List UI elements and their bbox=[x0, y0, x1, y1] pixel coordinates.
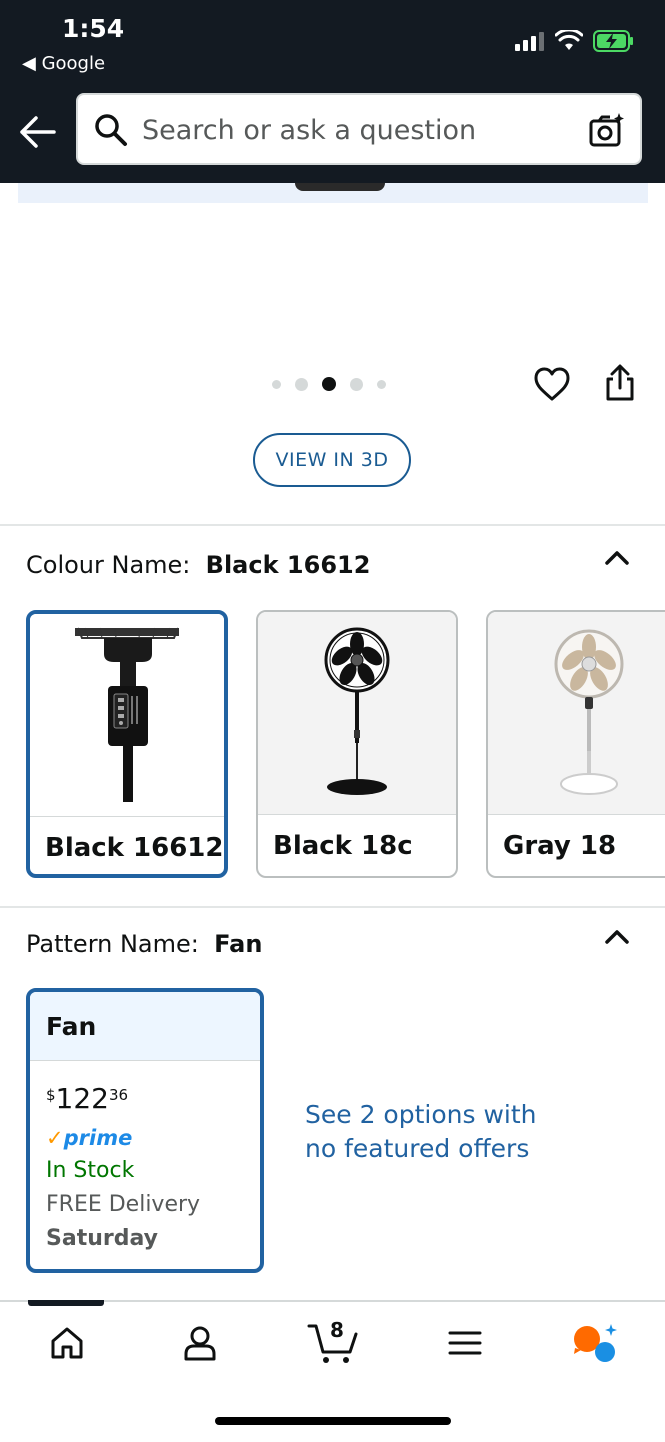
top-header: 1:54 ◀ Google Search or ask a question bbox=[0, 0, 665, 183]
gray-fan-image bbox=[554, 629, 624, 795]
gallery-dot-active[interactable] bbox=[322, 377, 336, 391]
product-image-partial[interactable] bbox=[295, 183, 385, 191]
pattern-selected-value: Fan bbox=[214, 930, 263, 958]
nav-menu[interactable] bbox=[440, 1318, 490, 1368]
wifi-icon bbox=[555, 30, 583, 50]
view-in-3d-button[interactable]: VIEW IN 3D bbox=[253, 433, 411, 487]
gallery-dot[interactable] bbox=[295, 377, 308, 391]
see-options-link[interactable]: See 2 options with no featured offers bbox=[305, 1098, 555, 1166]
pattern-card-header: Fan bbox=[30, 992, 260, 1061]
search-input[interactable]: Search or ask a question bbox=[142, 115, 476, 146]
price-whole: 122 bbox=[55, 1082, 109, 1115]
gallery-dots[interactable] bbox=[272, 377, 386, 391]
price: $12236 bbox=[46, 1082, 128, 1115]
collapse-chevron-up-icon[interactable] bbox=[603, 548, 631, 568]
colour-label: Colour Name: bbox=[26, 551, 191, 579]
swatch-name: Black 16612 bbox=[45, 833, 224, 863]
back-arrow-icon[interactable] bbox=[18, 113, 58, 151]
fan-closeup-image bbox=[75, 627, 179, 802]
pattern-card-title: Fan bbox=[46, 1012, 97, 1041]
section-divider bbox=[0, 524, 665, 526]
status-time: 1:54 bbox=[62, 14, 125, 43]
home-indicator bbox=[215, 1417, 451, 1425]
swatch-name: Black 18c bbox=[273, 831, 413, 861]
gallery-dot[interactable] bbox=[350, 377, 363, 391]
status-icons bbox=[515, 30, 635, 52]
share-icon[interactable] bbox=[604, 364, 636, 402]
gallery-dot[interactable] bbox=[272, 379, 281, 389]
swatch-image bbox=[30, 614, 224, 816]
delivery-day: Saturday bbox=[46, 1226, 158, 1251]
pattern-option-fan[interactable]: Fan $12236 ✓prime In Stock FREE Delivery… bbox=[26, 988, 264, 1273]
colour-selected-value: Black 16612 bbox=[205, 551, 371, 579]
nav-account[interactable] bbox=[175, 1318, 225, 1368]
pattern-label: Pattern Name: bbox=[26, 930, 199, 958]
section-divider bbox=[0, 906, 665, 908]
colour-swatch-black-16612[interactable]: Black 16612 bbox=[26, 610, 228, 878]
swatch-image bbox=[488, 612, 665, 814]
camera-search-icon[interactable] bbox=[588, 111, 626, 149]
nav-home[interactable] bbox=[42, 1318, 92, 1368]
price-fraction: 36 bbox=[109, 1086, 129, 1104]
signal-icon bbox=[515, 32, 544, 51]
price-symbol: $ bbox=[46, 1086, 56, 1104]
colour-swatch-black-18c[interactable]: Black 18c bbox=[256, 610, 458, 878]
assistant-icon bbox=[574, 1324, 617, 1362]
stock-status: In Stock bbox=[46, 1158, 135, 1183]
battery-charging-icon bbox=[593, 30, 633, 52]
home-icon bbox=[51, 1327, 83, 1359]
delivery-info: FREE Delivery bbox=[46, 1192, 201, 1217]
swatch-separator bbox=[488, 814, 665, 815]
search-icon bbox=[95, 114, 127, 146]
colour-swatch-gray-18[interactable]: Gray 18 bbox=[486, 610, 665, 878]
nav-cart[interactable]: 8 bbox=[305, 1318, 361, 1368]
pattern-label-row: Pattern Name: Fan bbox=[26, 930, 262, 958]
swatch-image bbox=[258, 612, 456, 814]
prime-badge: ✓prime bbox=[46, 1126, 132, 1150]
black-fan-image bbox=[324, 627, 390, 795]
cart-count-badge: 8 bbox=[330, 1318, 344, 1342]
swatch-separator bbox=[258, 814, 456, 815]
collapse-chevron-up-icon[interactable] bbox=[603, 927, 631, 947]
account-icon bbox=[184, 1326, 216, 1361]
nav-assistant[interactable] bbox=[570, 1318, 620, 1368]
menu-icon bbox=[448, 1331, 482, 1355]
nav-active-indicator bbox=[28, 1300, 104, 1306]
wishlist-heart-icon[interactable] bbox=[533, 366, 571, 402]
prime-check-icon: ✓ bbox=[46, 1126, 64, 1150]
colour-label-row: Colour Name: Black 16612 bbox=[26, 551, 370, 579]
prime-label: prime bbox=[63, 1126, 133, 1150]
swatch-separator bbox=[30, 816, 224, 817]
gallery-dot[interactable] bbox=[377, 379, 386, 389]
back-to-app-link[interactable]: ◀ Google bbox=[22, 53, 105, 74]
swatch-name: Gray 18 bbox=[503, 831, 617, 861]
search-bar[interactable]: Search or ask a question bbox=[76, 93, 642, 165]
